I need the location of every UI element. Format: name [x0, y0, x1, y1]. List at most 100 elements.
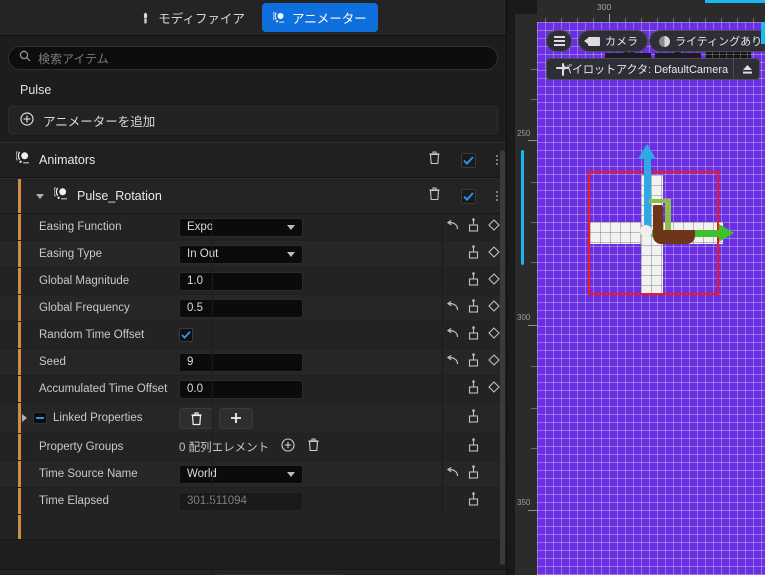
property-row: Random Time Offset: [0, 322, 506, 349]
group-name-animators: Animators: [39, 153, 96, 167]
seed-input[interactable]: 9: [179, 352, 303, 372]
viewport-position-marker[interactable]: [521, 150, 524, 265]
plus-circle-icon[interactable]: [281, 437, 295, 457]
tab-modifier-label: モディファイア: [158, 12, 245, 26]
keyframe-diamond-icon[interactable]: [488, 299, 500, 317]
easing-type-select[interactable]: In Out: [179, 244, 303, 264]
global-magnitude-input[interactable]: 1.0: [179, 271, 303, 291]
property-row: Accumulated Time Offset 0.0: [0, 376, 506, 403]
viewport-scene[interactable]: カメラ ライティングあり パイロットアクタ: DefaultCamera: [537, 22, 765, 575]
keyframe-diamond-icon[interactable]: [488, 353, 500, 371]
global-frequency-input[interactable]: 0.5: [179, 298, 303, 318]
property-label: Property Groups: [39, 441, 124, 453]
property-row: Time Elapsed 301.511094: [0, 488, 506, 515]
keyframe-add-icon[interactable]: [467, 244, 480, 264]
lit-mode-button[interactable]: ライティングあり: [649, 30, 765, 52]
details-panel: モディファイア アニメーター 検索アイテム Pulse アニメーターを追加 An…: [0, 0, 506, 575]
group-enabled-checkbox-pulse-rotation[interactable]: [461, 188, 476, 204]
property-label: Global Magnitude: [39, 275, 130, 287]
keyframe-add-icon[interactable]: [467, 298, 480, 318]
keyframe-add-icon[interactable]: [467, 379, 480, 399]
gizmo-axis-z[interactable]: [644, 157, 651, 232]
keyframe-add-icon[interactable]: [467, 352, 480, 372]
time-source-name-select[interactable]: World: [179, 464, 303, 484]
search-icon: [19, 49, 31, 67]
trash-icon[interactable]: [307, 437, 320, 457]
property-row: Global Frequency 0.5: [0, 295, 506, 322]
random-time-offset-checkbox[interactable]: [179, 328, 193, 342]
reset-icon[interactable]: [446, 218, 459, 236]
keyframe-add-icon[interactable]: [467, 325, 480, 345]
keyframe-diamond-icon[interactable]: [488, 326, 500, 344]
camera-button[interactable]: カメラ: [578, 30, 648, 52]
easing-function-value: Expo: [187, 221, 214, 233]
plus-circle-icon: [20, 111, 34, 129]
pilot-actor-bar[interactable]: パイロットアクタ: DefaultCamera: [546, 58, 760, 80]
keyframe-add-icon[interactable]: [467, 217, 480, 237]
ruler-label-250: 250: [517, 129, 531, 138]
chevron-right-icon[interactable]: [22, 414, 27, 422]
gizmo-axis-x-arrow[interactable]: [719, 224, 734, 242]
pilot-actor-label: パイロットアクタ: DefaultCamera: [561, 64, 729, 76]
group-header-animators[interactable]: Animators: [0, 142, 506, 178]
tab-modifier[interactable]: モディファイア: [128, 3, 256, 32]
viewport-menu-button[interactable]: [546, 30, 572, 52]
reset-icon[interactable]: [446, 465, 459, 483]
property-label: Easing Type: [39, 248, 103, 260]
application-window: モディファイア アニメーター 検索アイテム Pulse アニメーターを追加 An…: [0, 0, 765, 575]
accumulated-time-offset-input[interactable]: 0.0: [179, 379, 303, 399]
keyframe-add-icon[interactable]: [467, 491, 480, 511]
section-title: Pulse: [0, 76, 506, 104]
kebab-menu-icon[interactable]: [496, 155, 498, 165]
trash-icon[interactable]: [428, 186, 441, 206]
property-label: Random Time Offset: [39, 329, 145, 341]
scene-detail-brown-2: [653, 230, 695, 244]
group-header-pulse-rotation[interactable]: Pulse_Rotation: [0, 178, 506, 214]
linked-properties-swatch: [33, 412, 47, 424]
add-animator-button[interactable]: アニメーターを追加: [8, 106, 498, 134]
level-viewport[interactable]: 300 カメラ ライティングあり パイロットアクタ: DefaultCamera: [537, 0, 765, 575]
eject-icon[interactable]: [733, 59, 753, 79]
group-accent-bar: [18, 214, 21, 240]
keyframe-add-icon[interactable]: [467, 271, 480, 291]
easing-function-select[interactable]: Expo: [179, 217, 303, 237]
gizmo-center-handle[interactable]: [640, 225, 652, 237]
property-groups-count: 0 配列エレメント: [179, 442, 270, 454]
chevron-down-icon: [287, 471, 295, 477]
linked-properties-clear-button[interactable]: [179, 407, 213, 429]
panel-tabbar: モディファイア アニメーター: [0, 0, 506, 36]
property-label: Global Frequency: [39, 302, 130, 314]
details-scrollbar[interactable]: [500, 150, 505, 565]
ruler-label-300: 300: [597, 2, 612, 12]
add-animator-label: アニメーターを追加: [43, 114, 156, 129]
keyframe-add-icon[interactable]: [467, 408, 480, 428]
chevron-down-icon: [287, 251, 295, 257]
property-row: Easing Type In Out: [0, 241, 506, 268]
scene-detail-brown-1: [653, 205, 663, 233]
chevron-down-icon[interactable]: [36, 193, 44, 199]
gizmo-axis-z-arrow[interactable]: [638, 144, 656, 159]
kebab-menu-icon[interactable]: [496, 191, 498, 201]
viewport-gutter: 250 300 350: [506, 0, 537, 575]
linked-properties-add-button[interactable]: [219, 407, 253, 429]
group-tail-row: [0, 515, 506, 539]
keyframe-diamond-icon[interactable]: [488, 272, 500, 290]
camera-icon: [584, 36, 600, 46]
keyframe-diamond-icon[interactable]: [488, 245, 500, 263]
reset-icon[interactable]: [446, 326, 459, 344]
keyframe-add-icon[interactable]: [467, 464, 480, 484]
reset-icon[interactable]: [446, 353, 459, 371]
group-enabled-checkbox-animators[interactable]: [461, 152, 476, 168]
property-row: Global Magnitude 1.0: [0, 268, 506, 295]
viewport-scrollbar[interactable]: [761, 22, 765, 44]
property-label: Easing Function: [39, 221, 122, 233]
tab-animator[interactable]: アニメーター: [261, 3, 378, 32]
trash-icon[interactable]: [428, 150, 441, 170]
keyframe-add-icon[interactable]: [467, 437, 480, 457]
keyframe-diamond-icon[interactable]: [488, 380, 500, 398]
group-name-pulse-rotation: Pulse_Rotation: [77, 189, 162, 203]
panel-filler: [0, 539, 506, 569]
reset-icon[interactable]: [446, 299, 459, 317]
search-input[interactable]: 検索アイテム: [8, 46, 498, 70]
keyframe-diamond-icon[interactable]: [488, 218, 500, 236]
